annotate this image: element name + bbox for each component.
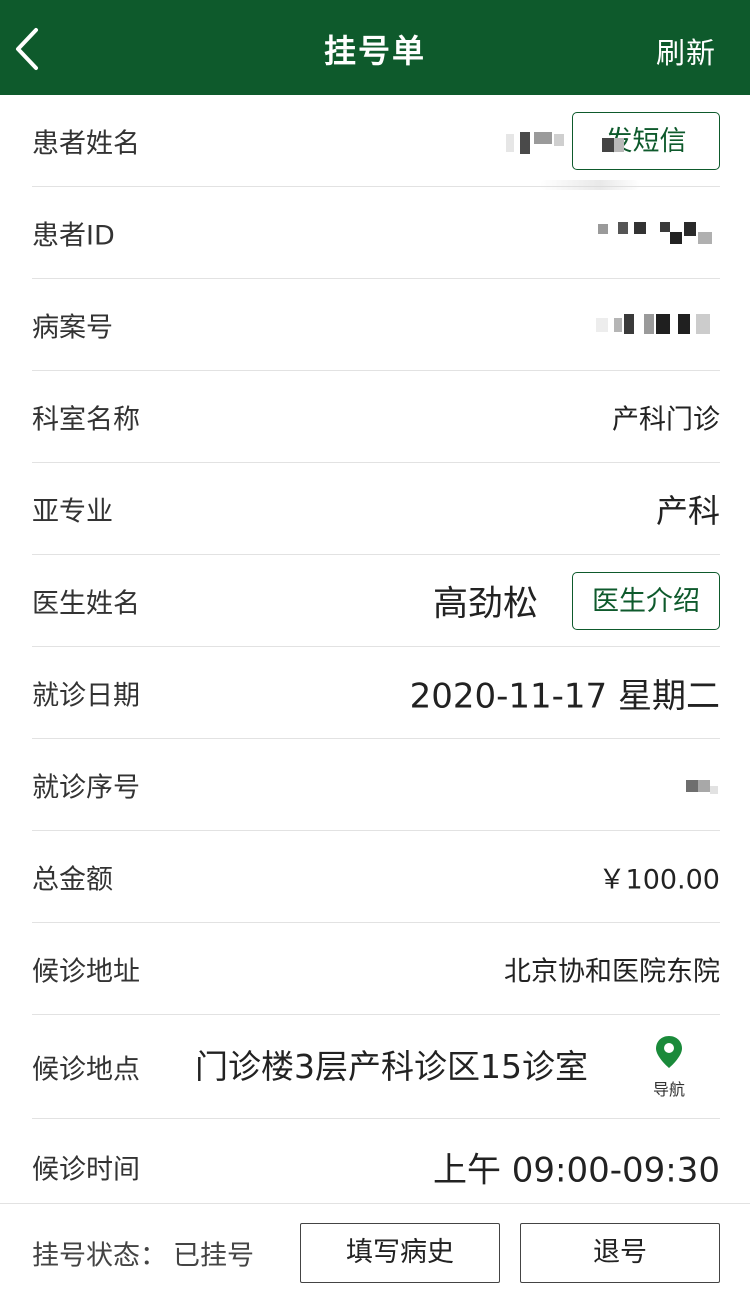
doctor-label: 医生姓名 [32,588,140,619]
row-wait-address: 候诊地址 北京协和医院东院 [32,923,720,1015]
wait-place-label: 候诊地点 [32,1054,140,1085]
status-label: 挂号状态： [32,1240,167,1272]
info-list: 患者姓名 发短信 患者ID 病案号 科室名称 产科门诊 亚专业 产科 医生姓名 … [0,95,750,1214]
department-value: 产科门诊 [612,404,720,435]
send-sms-button[interactable]: 发短信 [572,111,720,170]
visit-sequence-label: 就诊序号 [32,772,140,803]
image-smear [540,180,640,190]
top-nav-bar: 挂号单 刷新 [0,0,750,95]
case-number-label: 病案号 [32,312,113,343]
subspecialty-label: 亚专业 [32,496,113,527]
wait-address-value: 北京协和医院东院 [504,956,720,987]
fill-history-button[interactable]: 填写病史 [300,1223,500,1283]
row-department: 科室名称 产科门诊 [32,371,720,463]
wait-time-value: 上午 09:00-09:30 [432,1150,720,1190]
row-visit-date: 就诊日期 2020-11-17 星期二 [32,647,720,739]
total-amount-label: 总金额 [32,864,113,895]
navigate-label: 导航 [652,1079,685,1099]
row-wait-place: 候诊地点 门诊楼3层产科诊区15诊室 导航 [32,1015,720,1119]
wait-time-label: 候诊时间 [32,1154,140,1185]
case-number-masked [596,312,720,338]
row-subspecialty: 亚专业 产科 [32,463,720,555]
bottom-action-bar: 挂号状态： 已挂号 填写病史 退号 [0,1203,750,1301]
visit-sequence-masked [686,772,720,798]
patient-name-masked [506,128,570,154]
patient-name-label: 患者姓名 [32,128,140,159]
row-doctor: 医生姓名 高劲松 医生介绍 [32,555,720,647]
registration-screen: 挂号单 刷新 患者姓名 发短信 患者ID 病案号 科室名称 产科门诊 亚专业 产… [0,0,750,1301]
visit-date-label: 就诊日期 [32,680,140,711]
status-value: 已挂号 [173,1240,254,1272]
row-wait-time: 候诊时间 上午 09:00-09:30 [32,1119,720,1214]
doctor-name-value: 高劲松 [432,584,538,624]
doctor-intro-button[interactable]: 医生介绍 [572,571,720,630]
row-patient-id: 患者ID [32,187,720,279]
department-label: 科室名称 [32,404,140,435]
wait-address-label: 候诊地址 [32,956,140,987]
cancel-registration-button[interactable]: 退号 [520,1223,720,1283]
patient-name-masked-2 [602,128,630,154]
row-total-amount: 总金额 ￥100.00 [32,831,720,923]
patient-id-label: 患者ID [32,220,115,251]
patient-id-masked [598,220,720,246]
subspecialty-value: 产科 [655,491,720,530]
row-visit-sequence: 就诊序号 [32,739,720,831]
visit-date-value: 2020-11-17 星期二 [409,676,720,716]
wait-place-value: 门诊楼3层产科诊区15诊室 [195,1046,588,1086]
map-pin-icon [656,1035,682,1068]
row-patient-name: 患者姓名 发短信 [32,95,720,187]
registration-status: 挂号状态： 已挂号 [32,1234,254,1273]
refresh-button[interactable]: 刷新 [656,30,716,72]
page-title: 挂号单 [323,32,426,70]
total-amount-value: ￥100.00 [598,864,720,895]
navigate-button[interactable]: 导航 [648,1034,690,1100]
row-case-number: 病案号 [32,279,720,371]
